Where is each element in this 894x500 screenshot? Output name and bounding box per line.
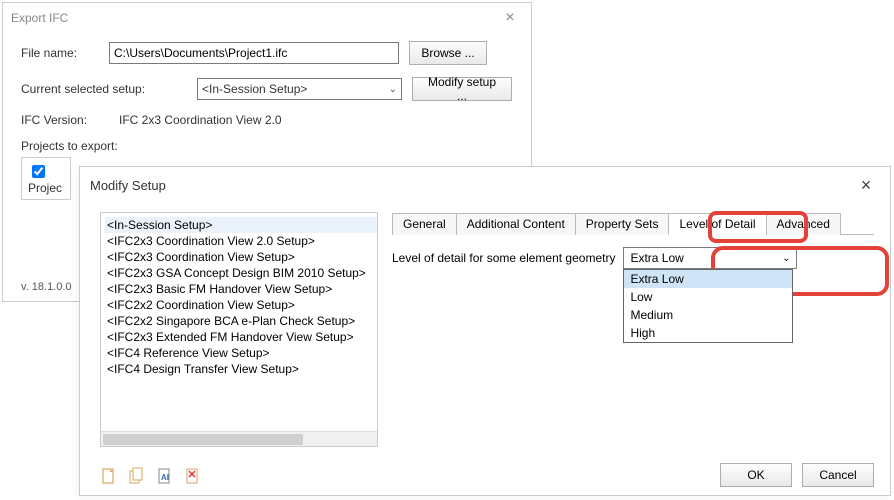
setup-toolbar: AI xyxy=(100,467,202,485)
close-icon[interactable]: × xyxy=(497,9,523,27)
file-name-label: File name: xyxy=(21,46,99,60)
tab-advanced[interactable]: Advanced xyxy=(766,213,841,235)
lod-dropdown[interactable]: Extra Low ⌄ Extra Low Low Medium High xyxy=(623,247,797,269)
modify-title: Modify Setup xyxy=(90,178,852,193)
lod-option[interactable]: Low xyxy=(624,288,792,306)
lod-label: Level of detail for some element geometr… xyxy=(392,251,615,265)
file-name-input[interactable] xyxy=(109,42,399,64)
tab-level-of-detail[interactable]: Level of Detail xyxy=(668,213,766,235)
version-text: v. 18.1.0.0 xyxy=(21,281,72,293)
ifc-version-label: IFC Version: xyxy=(21,113,109,127)
modify-titlebar: Modify Setup × xyxy=(80,167,890,204)
project-checkbox[interactable] xyxy=(32,165,45,178)
list-item[interactable]: <IFC2x3 Basic FM Handover View Setup> xyxy=(105,281,377,297)
delete-icon[interactable] xyxy=(184,467,202,485)
list-item[interactable]: <IFC4 Reference View Setup> xyxy=(105,345,377,361)
lod-option[interactable]: High xyxy=(624,324,792,342)
right-pane: General Additional Content Property Sets… xyxy=(392,212,874,447)
new-icon[interactable] xyxy=(100,467,118,485)
export-titlebar: Export IFC × xyxy=(3,3,531,37)
tab-general[interactable]: General xyxy=(392,213,457,235)
lod-selected-value: Extra Low xyxy=(630,251,683,265)
horizontal-scrollbar[interactable] xyxy=(101,431,377,446)
modify-setup-button[interactable]: Modify setup ... xyxy=(412,77,512,101)
lod-option[interactable]: Extra Low xyxy=(624,270,792,288)
current-setup-select[interactable]: <In-Session Setup> ⌄ xyxy=(197,78,402,100)
setup-listbox[interactable]: <In-Session Setup> <IFC2x3 Coordination … xyxy=(100,212,378,447)
browse-button[interactable]: Browse ... xyxy=(409,41,487,65)
tab-content-lod: Level of detail for some element geometr… xyxy=(392,235,874,269)
chevron-down-icon: ⌄ xyxy=(782,253,790,264)
list-item[interactable]: <In-Session Setup> xyxy=(105,217,377,233)
projects-listbox: Projec xyxy=(21,157,71,200)
svg-text:AI: AI xyxy=(161,473,169,482)
current-setup-value: <In-Session Setup> xyxy=(202,82,307,96)
list-item[interactable]: <IFC2x3 Coordination View 2.0 Setup> xyxy=(105,233,377,249)
dialog-buttons: OK Cancel xyxy=(720,463,874,487)
tab-property-sets[interactable]: Property Sets xyxy=(575,213,670,235)
tab-additional-content[interactable]: Additional Content xyxy=(456,213,576,235)
cancel-button[interactable]: Cancel xyxy=(802,463,874,487)
close-icon[interactable]: × xyxy=(852,175,880,196)
scrollbar-thumb[interactable] xyxy=(103,434,303,445)
ifc-version-value: IFC 2x3 Coordination View 2.0 xyxy=(119,113,282,127)
export-title: Export IFC xyxy=(11,11,497,25)
copy-icon[interactable] xyxy=(128,467,146,485)
chevron-down-icon: ⌄ xyxy=(389,84,397,95)
list-item[interactable]: <IFC2x2 Singapore BCA e-Plan Check Setup… xyxy=(105,313,377,329)
list-item[interactable]: <IFC2x3 GSA Concept Design BIM 2010 Setu… xyxy=(105,265,377,281)
lod-dropdown-list: Extra Low Low Medium High xyxy=(623,269,793,343)
project-checkbox-item[interactable]: Projec xyxy=(28,164,62,195)
list-item[interactable]: <IFC2x3 Extended FM Handover View Setup> xyxy=(105,329,377,345)
lod-option[interactable]: Medium xyxy=(624,306,792,324)
tabs: General Additional Content Property Sets… xyxy=(392,212,874,235)
project-label: Projec xyxy=(28,181,62,195)
modify-setup-dialog: Modify Setup × <In-Session Setup> <IFC2x… xyxy=(79,166,891,496)
ok-button[interactable]: OK xyxy=(720,463,792,487)
lod-dropdown-selected[interactable]: Extra Low ⌄ xyxy=(623,247,797,269)
rename-icon[interactable]: AI xyxy=(156,467,174,485)
list-item[interactable]: <IFC4 Design Transfer View Setup> xyxy=(105,361,377,377)
current-setup-label: Current selected setup: xyxy=(21,82,187,96)
projects-to-export-label: Projects to export: xyxy=(21,139,513,153)
list-item[interactable]: <IFC2x2 Coordination View Setup> xyxy=(105,297,377,313)
list-item[interactable]: <IFC2x3 Coordination View Setup> xyxy=(105,249,377,265)
